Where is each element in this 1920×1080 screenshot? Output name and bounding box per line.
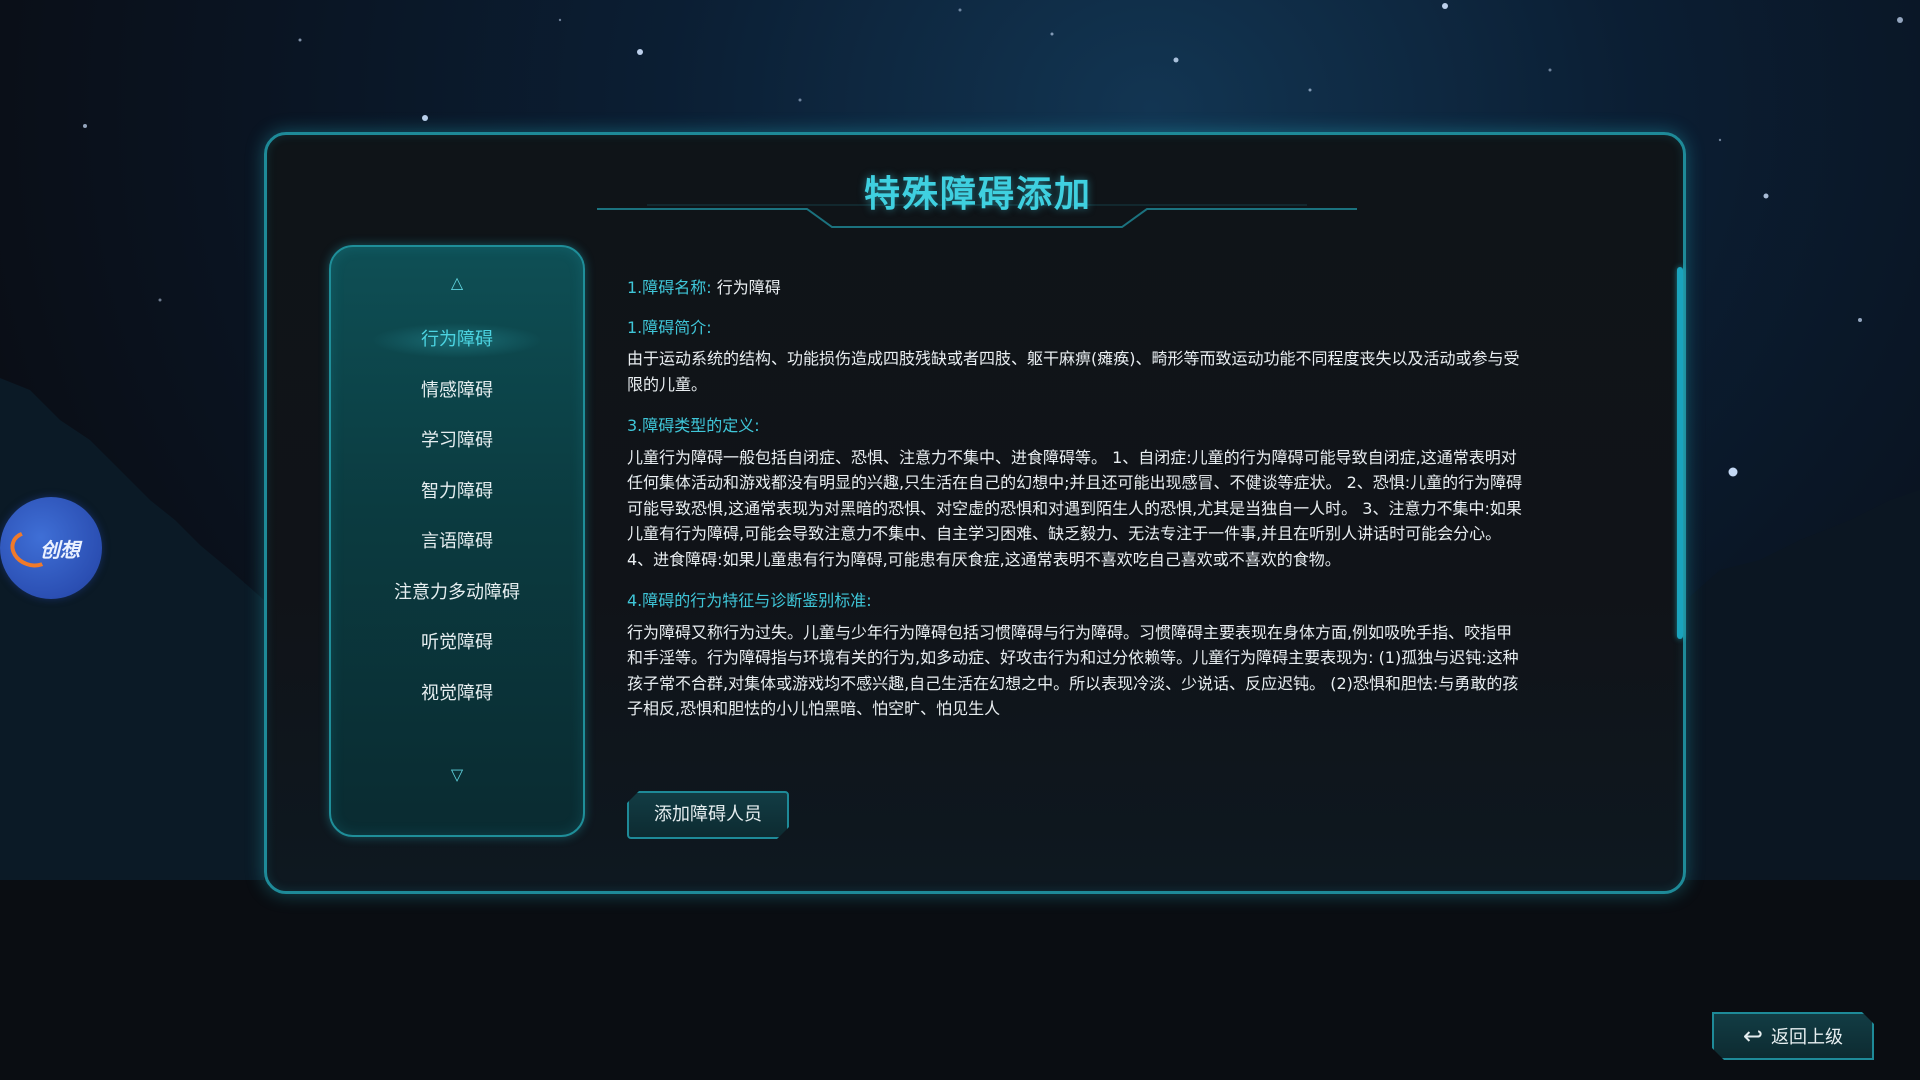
category-items: 行为障碍 情感障碍 学习障碍 智力障碍 言语障碍 注意力多动障碍 听觉障碍 视觉… [331, 315, 583, 719]
triangle-up-icon[interactable]: △ [331, 273, 583, 292]
category-item-vision[interactable]: 视觉障碍 [331, 669, 583, 720]
back-button-label: 返回上级 [1771, 1027, 1844, 1048]
page-title: 特殊障碍添加 [863, 174, 1092, 215]
disorder-category-list: △ 行为障碍 情感障碍 学习障碍 智力障碍 言语障碍 注意力多动障碍 听觉障碍 … [329, 245, 585, 837]
feature-text: 行为障碍又称行为过失。儿童与少年行为障碍包括习惯障碍与行为障碍。习惯障碍主要表现… [627, 622, 1519, 719]
category-item-learning[interactable]: 学习障碍 [331, 416, 583, 467]
intro-heading: 1.障碍简介: [627, 317, 712, 337]
logo-swoosh-icon [5, 524, 59, 574]
category-item-hearing[interactable]: 听觉障碍 [331, 618, 583, 669]
disorder-name-label: 1.障碍名称: [627, 278, 712, 297]
add-disorder-person-button[interactable]: 添加障碍人员 [627, 791, 789, 839]
disorder-name-value: 行为障碍 [716, 278, 781, 297]
main-panel: 特殊障碍添加 △ 行为障碍 情感障碍 学习障碍 智力障碍 言语障碍 注意力多动障… [264, 132, 1686, 894]
disorder-name-row: 1.障碍名称: 行为障碍 [627, 275, 1527, 301]
category-item-adhd[interactable]: 注意力多动障碍 [331, 568, 583, 619]
category-item-behavior[interactable]: 行为障碍 [331, 315, 583, 366]
triangle-down-icon[interactable]: ▽ [331, 765, 583, 784]
brand-logo: 创想 [0, 497, 102, 599]
content-scrollbar[interactable] [1677, 267, 1683, 639]
category-item-speech[interactable]: 言语障碍 [331, 517, 583, 568]
category-item-intellectual[interactable]: 智力障碍 [331, 467, 583, 518]
feature-heading: 4.障碍的行为特征与诊断鉴别标准: [627, 591, 872, 610]
type-heading: 3.障碍类型的定义: [627, 416, 760, 435]
intro-text: 由于运动系统的结构、功能损伤造成四肢残缺或者四肢、躯干麻痹(瘫痪)、畸形等而致运… [627, 349, 1520, 394]
return-arrow-icon: ↩ [1742, 1022, 1764, 1050]
back-button[interactable]: ↩ 返回上级 [1712, 1012, 1874, 1060]
category-item-emotion[interactable]: 情感障碍 [331, 366, 583, 417]
type-text: 儿童行为障碍一般包括自闭症、恐惧、注意力不集中、进食障碍等。 1、自闭症:儿童的… [627, 447, 1523, 569]
disorder-detail: 1.障碍名称: 行为障碍 1.障碍简介: 由于运动系统的结构、功能损伤造成四肢残… [627, 275, 1527, 745]
